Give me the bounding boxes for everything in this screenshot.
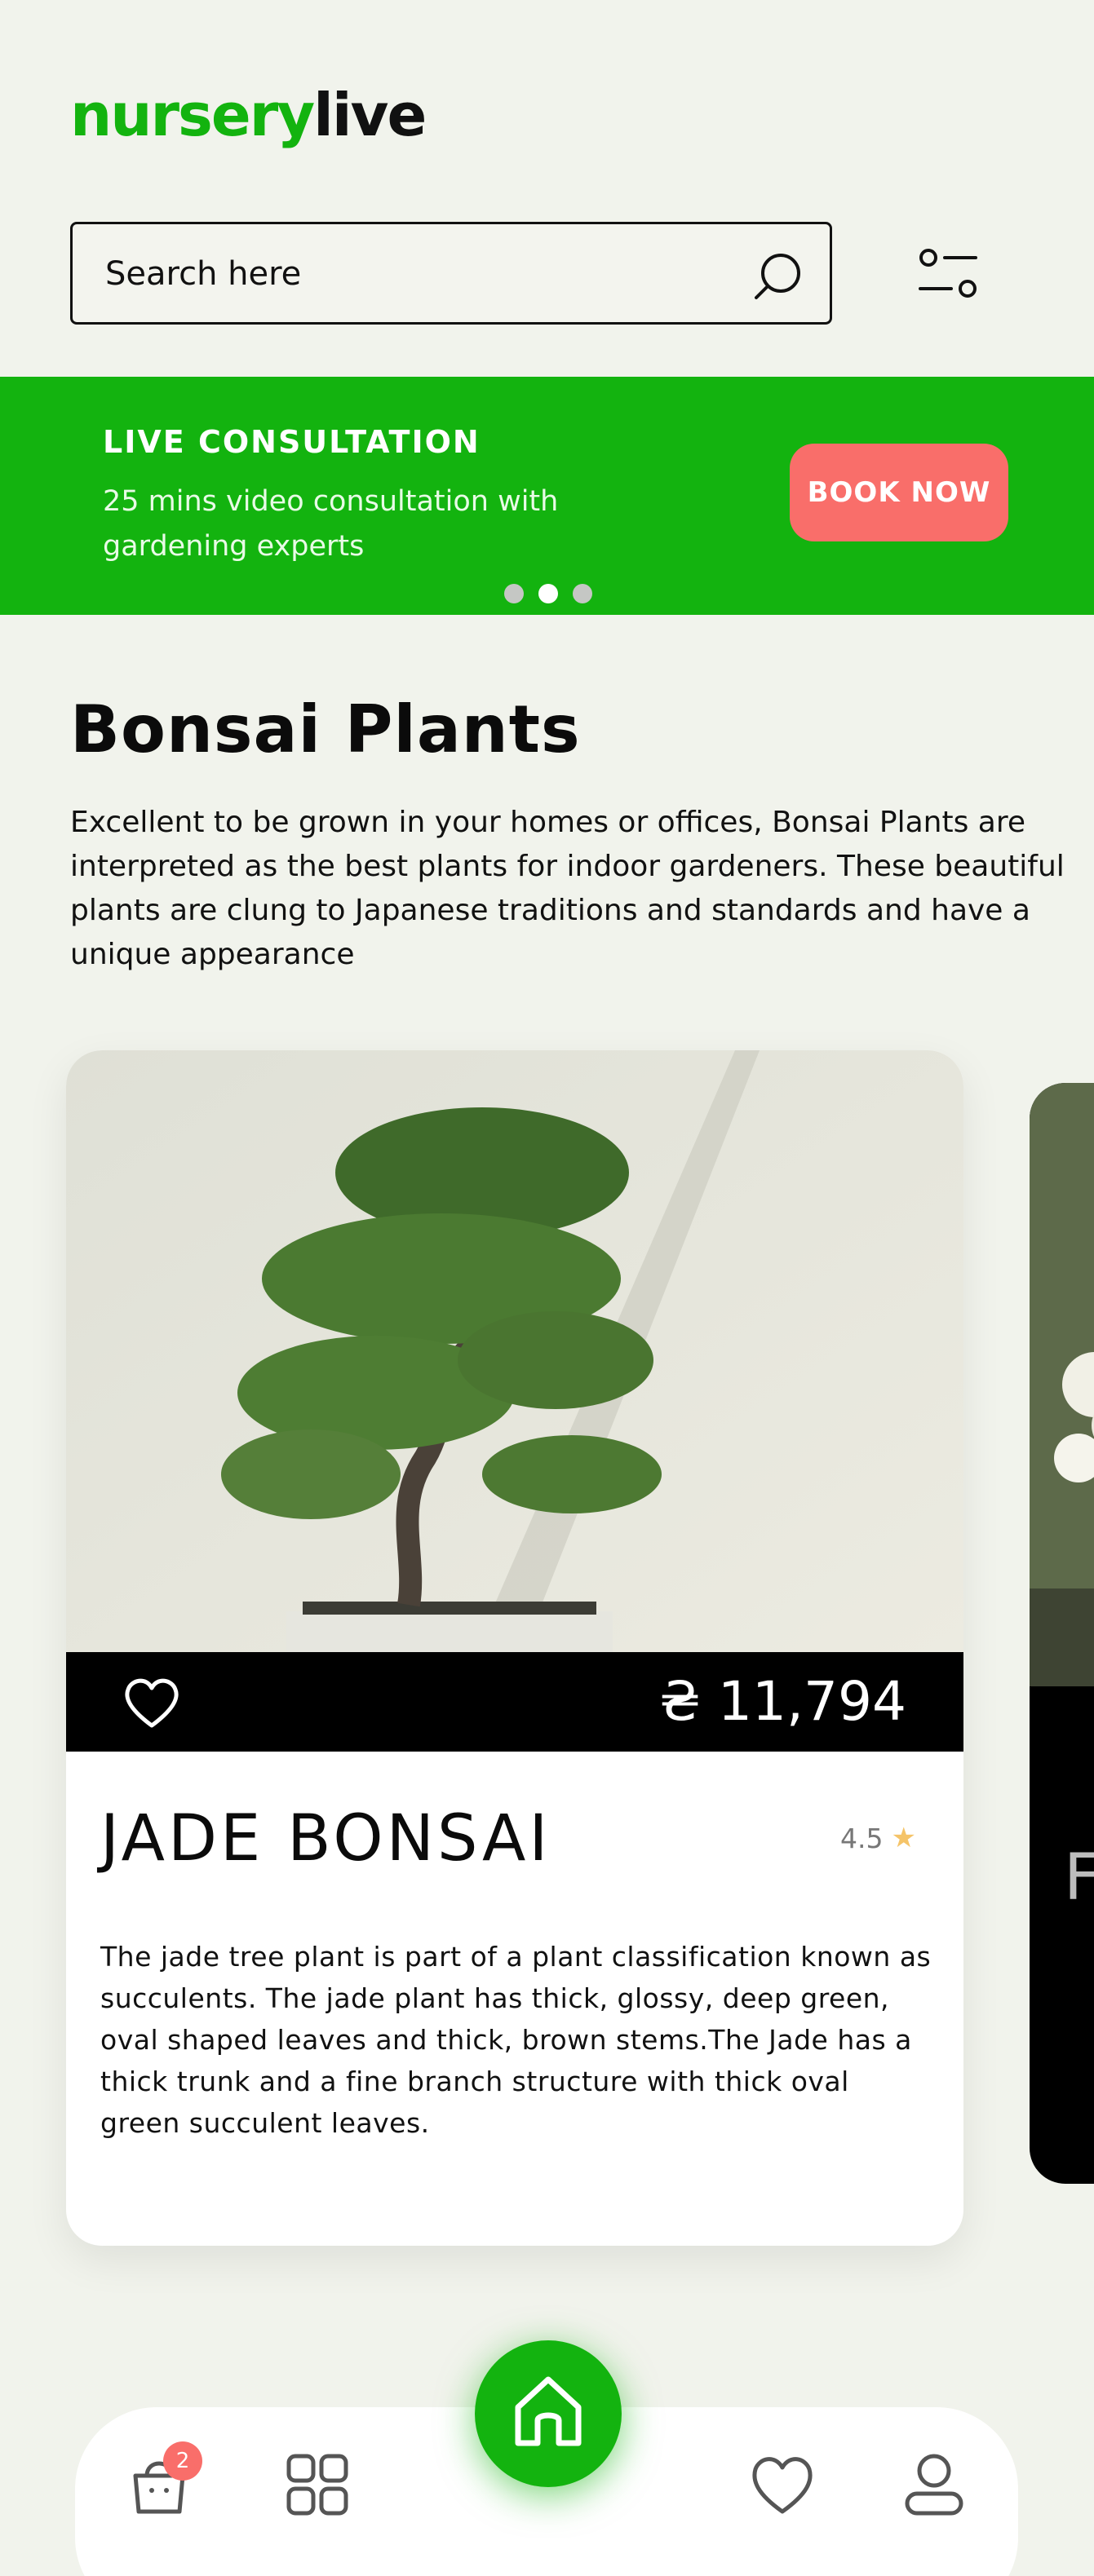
filter-icon[interactable] <box>915 243 981 308</box>
product-card[interactable]: ₴ 11,794 JADE BONSAI 4.5 ★ The jade tree… <box>66 1050 963 2246</box>
next-product-card[interactable]: F <box>1030 1083 1094 2184</box>
logo: nurserylive <box>70 78 427 152</box>
next-product-name-initial: F <box>1064 1841 1094 1915</box>
cart-badge: 2 <box>163 2441 202 2481</box>
banner-title: LIVE CONSULTATION <box>103 424 481 460</box>
product-price: ₴ 11,794 <box>659 1670 906 1733</box>
carousel-dot[interactable] <box>504 584 524 603</box>
next-product-image <box>1030 1083 1094 1686</box>
carousel-dots <box>504 584 592 603</box>
grid-icon[interactable] <box>284 2451 351 2518</box>
product-name: JADE BONSAI <box>100 1802 551 1876</box>
carousel-dot-active[interactable] <box>538 584 558 603</box>
app-screen: nurserylive LIVE CONSULTATION 25 mins vi… <box>0 0 1094 2576</box>
profile-icon[interactable] <box>901 2451 968 2518</box>
price-bar: ₴ 11,794 <box>66 1652 963 1752</box>
home-icon <box>515 2376 582 2446</box>
heart-icon[interactable] <box>749 2451 816 2518</box>
search-box[interactable] <box>70 222 832 325</box>
logo-part-live: live <box>313 81 427 149</box>
heart-icon[interactable] <box>123 1675 180 1729</box>
product-rating: 4.5 ★ <box>840 1822 916 1854</box>
logo-part-nursery: nursery <box>70 81 315 149</box>
search-icon[interactable] <box>751 249 805 303</box>
section-description: Excellent to be grown in your homes or o… <box>70 806 1065 971</box>
search-input[interactable] <box>105 249 742 299</box>
product-description: The jade tree plant is part of a plant c… <box>100 1941 932 2139</box>
banner-text: 25 mins video consultation with gardenin… <box>103 485 559 563</box>
star-icon: ★ <box>891 1822 916 1854</box>
consultation-banner: LIVE CONSULTATION 25 mins video consulta… <box>0 377 1094 615</box>
home-button[interactable] <box>475 2340 622 2487</box>
section-title: Bonsai Plants <box>70 691 581 767</box>
book-now-button[interactable]: BOOK NOW <box>790 444 1008 541</box>
carousel-dot[interactable] <box>573 584 592 603</box>
rating-value: 4.5 <box>840 1822 884 1854</box>
product-image <box>66 1050 963 1652</box>
